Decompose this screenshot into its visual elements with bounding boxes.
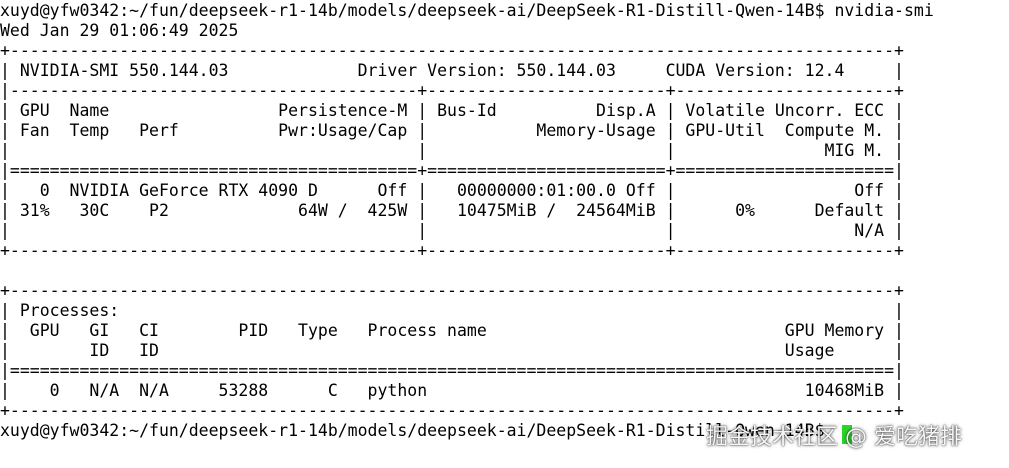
terminal-line: | GPU GI CI PID Type Process name GPU Me… [0,321,904,340]
terminal-line: xuyd@yfw0342:~/fun/deepseek-r1-14b/model… [0,1,934,20]
watermark-text: 掘金技术社区 @ 爱吃猪排 [706,425,962,450]
terminal-line: |---------------------------------------… [0,81,904,100]
terminal-line: | GPU Name Persistence-M | Bus-Id Disp.A… [0,101,904,120]
terminal-line: |=======================================… [0,361,904,380]
terminal-line: +---------------------------------------… [0,281,904,300]
terminal-line: +---------------------------------------… [0,241,904,260]
terminal-output[interactable]: xuyd@yfw0342:~/fun/deepseek-r1-14b/model… [0,1,1009,467]
terminal-line: | Processes: | [0,301,904,320]
terminal-line: | Fan Temp Perf Pwr:Usage/Cap | Memory-U… [0,121,904,140]
terminal-line: +---------------------------------------… [0,401,904,420]
terminal-line: | | | N/A | [0,221,904,240]
terminal-line: | ID ID Usage | [0,341,904,360]
terminal-line: |=======================================… [0,161,904,180]
terminal-line: | 0 N/A N/A 53288 C python 10468MiB | [0,381,904,400]
terminal-line: | 0 NVIDIA GeForce RTX 4090 D Off | 0000… [0,181,904,200]
terminal-line: | 31% 30C P2 64W / 425W | 10475MiB / 245… [0,201,904,220]
terminal-line: +---------------------------------------… [0,41,904,60]
terminal-line: Wed Jan 29 01:06:49 2025 [0,21,239,40]
terminal-line: | NVIDIA-SMI 550.144.03 Driver Version: … [0,61,904,80]
terminal-line: | | | MIG M. | [0,141,904,160]
